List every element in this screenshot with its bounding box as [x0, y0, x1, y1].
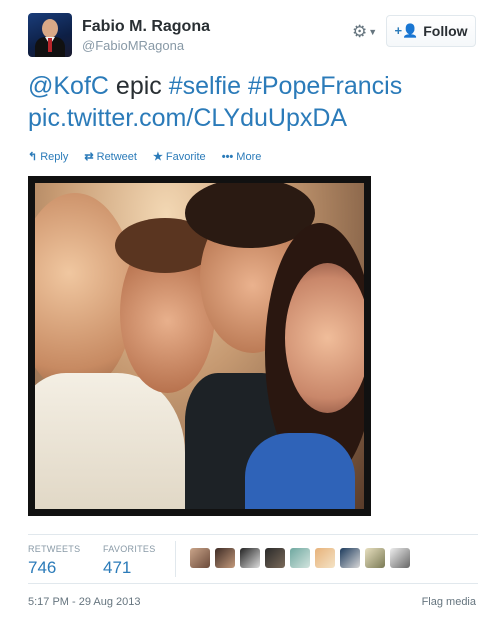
follow-label: Follow: [423, 23, 468, 39]
favoriter-avatar[interactable]: [315, 548, 335, 568]
hashtag-popefrancis-link[interactable]: #PopeFrancis: [248, 72, 402, 100]
more-label: More: [236, 151, 262, 163]
selfie-photo: [35, 183, 364, 509]
reply-label: Reply: [40, 151, 69, 163]
favoriter-avatar[interactable]: [265, 548, 285, 568]
retweet-label: Retweet: [96, 151, 137, 163]
retweet-icon: ⇄: [84, 151, 94, 163]
favorites-label: FAVORITES: [103, 544, 156, 554]
tweet-timestamp[interactable]: 5:17 PM - 29 Aug 2013: [28, 596, 141, 608]
add-person-icon: +👤: [394, 23, 419, 38]
gear-icon: ⚙: [352, 22, 368, 41]
hashtag-selfie-link[interactable]: #selfie: [169, 72, 241, 100]
author-avatar[interactable]: [28, 13, 72, 57]
favorite-label: Favorite: [165, 151, 206, 163]
favorites-count: 471: [103, 558, 132, 577]
tweet-actions: ↰ Reply ⇄ Retweet ★ Favorite ••• More: [28, 150, 274, 166]
more-action[interactable]: ••• More: [222, 151, 262, 163]
tweet-text: @KofC epic #selfie #PopeFrancis pic.twit…: [28, 70, 478, 134]
mention-link[interactable]: @KofC: [28, 72, 109, 100]
tweet-header: Fabio M. Ragona @FabioMRagona ⚙▼ +👤 Foll…: [28, 13, 478, 59]
chevron-down-icon: ▼: [368, 27, 378, 37]
media-link[interactable]: pic.twitter.com/CLYduUpxDA: [28, 104, 347, 132]
favoriters-avatars: [190, 548, 410, 568]
photo-white-robe: [35, 373, 185, 509]
favoriter-avatar[interactable]: [365, 548, 385, 568]
favoriter-avatar[interactable]: [215, 548, 235, 568]
favoriter-avatar[interactable]: [190, 548, 210, 568]
follow-button[interactable]: +👤 Follow: [386, 15, 476, 47]
tweet-photo-frame[interactable]: [28, 176, 371, 516]
photo-person-4: [285, 263, 364, 413]
avatar-face: [42, 19, 58, 38]
author-name[interactable]: Fabio M. Ragona: [82, 18, 210, 36]
author-handle[interactable]: @FabioMRagona: [82, 38, 184, 53]
reply-icon: ↰: [28, 151, 38, 163]
retweet-action[interactable]: ⇄ Retweet: [84, 150, 137, 163]
favoriter-avatar[interactable]: [240, 548, 260, 568]
favoriter-avatar[interactable]: [340, 548, 360, 568]
favoriter-avatar[interactable]: [390, 548, 410, 568]
divider: [28, 583, 478, 584]
settings-menu-button[interactable]: ⚙▼: [352, 21, 380, 43]
retweets-stat[interactable]: RETWEETS 746: [28, 544, 80, 578]
retweets-label: RETWEETS: [28, 544, 81, 554]
retweets-count: 746: [28, 558, 57, 577]
divider: [28, 534, 478, 535]
more-dots-icon: •••: [221, 151, 234, 163]
flag-media-link[interactable]: Flag media: [422, 596, 476, 608]
favorite-action[interactable]: ★ Favorite: [153, 150, 206, 163]
avatar-tie: [48, 38, 52, 52]
favorites-stat[interactable]: FAVORITES 471: [103, 544, 156, 578]
stat-separator: [175, 541, 176, 577]
photo-blue-shirt: [245, 433, 355, 509]
star-icon: ★: [153, 151, 163, 163]
tweet-word: epic: [115, 72, 162, 100]
favoriter-avatar[interactable]: [290, 548, 310, 568]
reply-action[interactable]: ↰ Reply: [28, 150, 68, 163]
photo-person-1: [35, 193, 135, 393]
